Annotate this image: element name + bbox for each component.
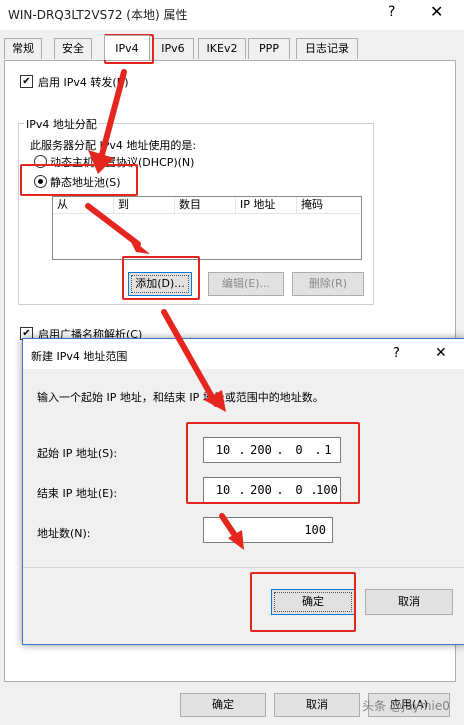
annotation-arrows [85,69,244,550]
arrow-to-ip-fields [161,309,219,407]
tab-ipv4[interactable]: IPv4 [104,35,150,60]
arrow-to-static-pool [97,69,127,165]
